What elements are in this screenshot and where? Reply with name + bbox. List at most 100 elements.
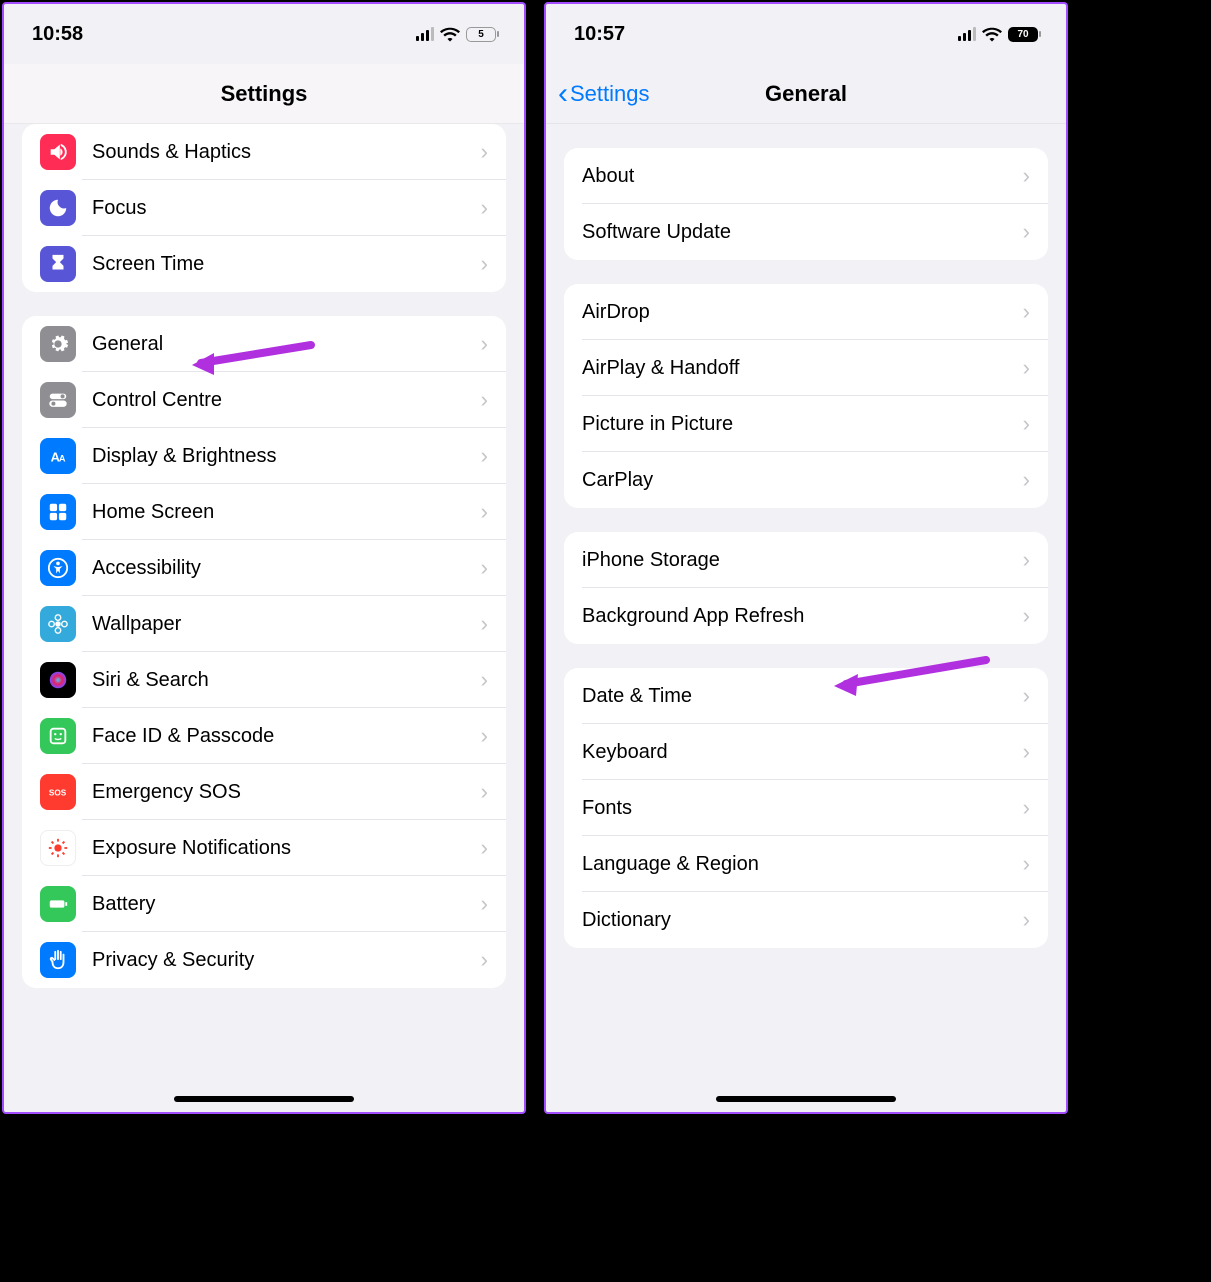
- row-accessibility[interactable]: Accessibility›: [22, 540, 506, 596]
- row-control-centre[interactable]: Control Centre›: [22, 372, 506, 428]
- row-label: Language & Region: [582, 853, 1023, 876]
- wifi-icon: [440, 26, 460, 42]
- row-label: Picture in Picture: [582, 413, 1023, 436]
- chevron-right-icon: ›: [1023, 467, 1030, 493]
- chevron-right-icon: ›: [481, 723, 488, 749]
- row-label: General: [92, 333, 481, 356]
- back-button[interactable]: ‹ Settings: [558, 79, 650, 109]
- status-right: 70: [958, 26, 1038, 42]
- row-focus[interactable]: Focus›: [22, 180, 506, 236]
- phone-settings: 10:58 5 Settings Sounds & Haptics›Focus›…: [2, 2, 526, 1114]
- status-time: 10:57: [574, 23, 625, 46]
- chevron-right-icon: ›: [1023, 603, 1030, 629]
- chevron-right-icon: ›: [481, 387, 488, 413]
- chevron-right-icon: ›: [481, 611, 488, 637]
- row-software-update[interactable]: Software Update›: [564, 204, 1048, 260]
- row-label: Accessibility: [92, 557, 481, 580]
- row-language-region[interactable]: Language & Region›: [564, 836, 1048, 892]
- chevron-right-icon: ›: [481, 331, 488, 357]
- row-label: Wallpaper: [92, 613, 481, 636]
- row-wallpaper[interactable]: Wallpaper›: [22, 596, 506, 652]
- chevron-right-icon: ›: [1023, 163, 1030, 189]
- row-label: Control Centre: [92, 389, 481, 412]
- moon-icon: [40, 190, 76, 226]
- chevron-right-icon: ›: [481, 195, 488, 221]
- row-background-app-refresh[interactable]: Background App Refresh›: [564, 588, 1048, 644]
- row-carplay[interactable]: CarPlay›: [564, 452, 1048, 508]
- row-airdrop[interactable]: AirDrop›: [564, 284, 1048, 340]
- row-label: Display & Brightness: [92, 445, 481, 468]
- row-face-id-passcode[interactable]: Face ID & Passcode›: [22, 708, 506, 764]
- row-label: Keyboard: [582, 741, 1023, 764]
- chevron-right-icon: ›: [1023, 219, 1030, 245]
- row-display-brightness[interactable]: AADisplay & Brightness›: [22, 428, 506, 484]
- cellular-icon: [958, 27, 976, 41]
- row-label: Emergency SOS: [92, 781, 481, 804]
- sos-icon: SOS: [40, 774, 76, 810]
- chevron-right-icon: ›: [481, 499, 488, 525]
- row-label: Focus: [92, 197, 481, 220]
- home-indicator[interactable]: [716, 1096, 896, 1102]
- settings-group-1: Sounds & Haptics›Focus›Screen Time›: [22, 124, 506, 292]
- row-label: iPhone Storage: [582, 549, 1023, 572]
- row-privacy-security[interactable]: Privacy & Security›: [22, 932, 506, 988]
- speaker-icon: [40, 134, 76, 170]
- row-battery[interactable]: Battery›: [22, 876, 506, 932]
- status-time: 10:58: [32, 23, 83, 46]
- row-home-screen[interactable]: Home Screen›: [22, 484, 506, 540]
- row-sounds-haptics[interactable]: Sounds & Haptics›: [22, 124, 506, 180]
- row-label: Battery: [92, 893, 481, 916]
- row-label: Sounds & Haptics: [92, 141, 481, 164]
- general-list: About›Software Update› AirDrop›AirPlay &…: [546, 124, 1066, 1112]
- row-picture-in-picture[interactable]: Picture in Picture›: [564, 396, 1048, 452]
- row-fonts[interactable]: Fonts›: [564, 780, 1048, 836]
- hourglass-icon: [40, 246, 76, 282]
- settings-group-2: General›Control Centre›AADisplay & Brigh…: [22, 316, 506, 988]
- row-exposure-notifications[interactable]: Exposure Notifications›: [22, 820, 506, 876]
- chevron-right-icon: ›: [481, 835, 488, 861]
- cellular-icon: [416, 27, 434, 41]
- chevron-right-icon: ›: [481, 139, 488, 165]
- battery-icon: 5: [466, 27, 496, 42]
- wifi-icon: [982, 26, 1002, 42]
- row-siri-search[interactable]: Siri & Search›: [22, 652, 506, 708]
- general-group-1: About›Software Update›: [564, 148, 1048, 260]
- hand-icon: [40, 942, 76, 978]
- chevron-right-icon: ›: [481, 251, 488, 277]
- status-right: 5: [416, 26, 496, 42]
- chevron-right-icon: ›: [1023, 851, 1030, 877]
- row-label: Privacy & Security: [92, 949, 481, 972]
- chevron-right-icon: ›: [481, 891, 488, 917]
- svg-text:A: A: [59, 454, 66, 464]
- row-label: Screen Time: [92, 253, 481, 276]
- row-screen-time[interactable]: Screen Time›: [22, 236, 506, 292]
- nav-header: Settings: [4, 64, 524, 124]
- access-icon: [40, 550, 76, 586]
- phone-general: 10:57 70 ‹ Settings General About›Softwa…: [544, 2, 1068, 1114]
- row-label: CarPlay: [582, 469, 1023, 492]
- row-keyboard[interactable]: Keyboard›: [564, 724, 1048, 780]
- home-indicator[interactable]: [174, 1096, 354, 1102]
- row-label: Exposure Notifications: [92, 837, 481, 860]
- grid-icon: [40, 494, 76, 530]
- row-airplay-handoff[interactable]: AirPlay & Handoff›: [564, 340, 1048, 396]
- row-label: Fonts: [582, 797, 1023, 820]
- chevron-right-icon: ›: [481, 443, 488, 469]
- settings-list: Sounds & Haptics›Focus›Screen Time› Gene…: [4, 124, 524, 1112]
- row-dictionary[interactable]: Dictionary›: [564, 892, 1048, 948]
- chevron-right-icon: ›: [1023, 355, 1030, 381]
- row-about[interactable]: About›: [564, 148, 1048, 204]
- row-label: Background App Refresh: [582, 605, 1023, 628]
- gear-icon: [40, 326, 76, 362]
- row-date-time[interactable]: Date & Time›: [564, 668, 1048, 724]
- row-iphone-storage[interactable]: iPhone Storage›: [564, 532, 1048, 588]
- general-group-3: iPhone Storage›Background App Refresh›: [564, 532, 1048, 644]
- chevron-right-icon: ›: [1023, 683, 1030, 709]
- row-emergency-sos[interactable]: SOSEmergency SOS›: [22, 764, 506, 820]
- row-label: Siri & Search: [92, 669, 481, 692]
- toggles-icon: [40, 382, 76, 418]
- row-label: Face ID & Passcode: [92, 725, 481, 748]
- row-general[interactable]: General›: [22, 316, 506, 372]
- chevron-right-icon: ›: [1023, 907, 1030, 933]
- page-title: General: [765, 81, 847, 107]
